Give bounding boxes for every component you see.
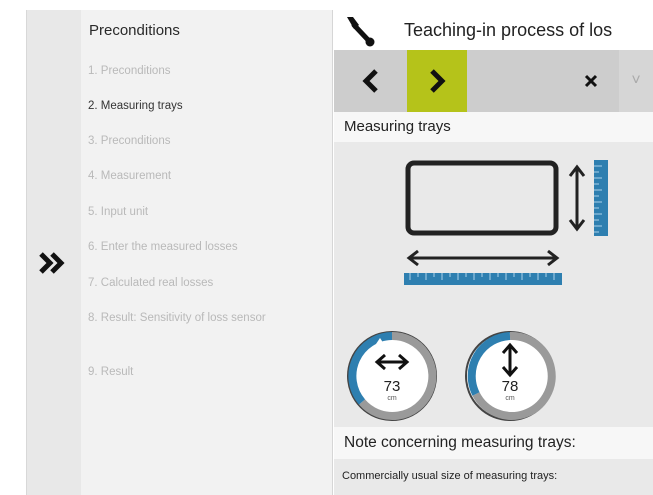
tray-illustration: [404, 160, 608, 285]
chevron-right-icon: [430, 69, 446, 93]
step-item[interactable]: 4. Measurement: [88, 168, 288, 184]
step-item[interactable]: 3. Preconditions: [88, 133, 288, 149]
chevron-left-icon: [361, 69, 378, 93]
width-value: 73: [383, 378, 401, 395]
close-icon: [584, 74, 597, 88]
double-chevron-right-icon[interactable]: [37, 246, 71, 280]
step-item[interactable]: 6. Enter the measured losses: [88, 239, 288, 255]
step-item[interactable]: 1. Preconditions: [88, 63, 288, 79]
width-dial[interactable]: 73 cm: [344, 328, 440, 424]
note-heading: Note concerning measuring trays:: [334, 427, 653, 459]
step-item[interactable]: 9. Result: [88, 364, 288, 380]
note-text: Commercially usual size of measuring tra…: [342, 470, 558, 482]
steps-panel: Preconditions 1. Preconditions 2. Measur…: [81, 10, 333, 495]
step-item-active[interactable]: 2. Measuring trays: [88, 98, 288, 114]
page-header: Teaching-in process of los: [334, 10, 653, 50]
width-unit: cm: [387, 395, 397, 402]
main-panel: Teaching-in process of los ˅ Measuring t…: [334, 10, 653, 495]
next-button[interactable]: [407, 50, 467, 112]
back-button[interactable]: [334, 50, 407, 112]
step-item[interactable]: 7. Calculated real losses: [88, 275, 288, 291]
height-value: 78: [501, 378, 519, 395]
horizontal-arrows-icon: [374, 353, 410, 371]
vertical-arrows-icon: [501, 342, 519, 378]
width-dial-ring: [347, 331, 437, 421]
wrench-icon: [347, 17, 375, 47]
measuring-trays-heading: Measuring trays: [334, 112, 653, 142]
more-button[interactable]: ˅: [619, 50, 653, 112]
step-item[interactable]: 8. Result: Sensitivity of loss sensor: [88, 310, 278, 326]
steps-heading: Preconditions: [89, 22, 180, 39]
page-title: Teaching-in process of los: [404, 20, 613, 40]
height-unit: cm: [505, 395, 515, 402]
sidebar-collapse-strip[interactable]: [26, 10, 81, 495]
toolbar: ˅: [334, 50, 653, 112]
close-button[interactable]: [562, 50, 619, 112]
step-item[interactable]: 5. Input unit: [88, 204, 288, 220]
app-window: Preconditions 1. Preconditions 2. Measur…: [0, 0, 653, 495]
height-dial[interactable]: 78 cm: [462, 328, 558, 424]
